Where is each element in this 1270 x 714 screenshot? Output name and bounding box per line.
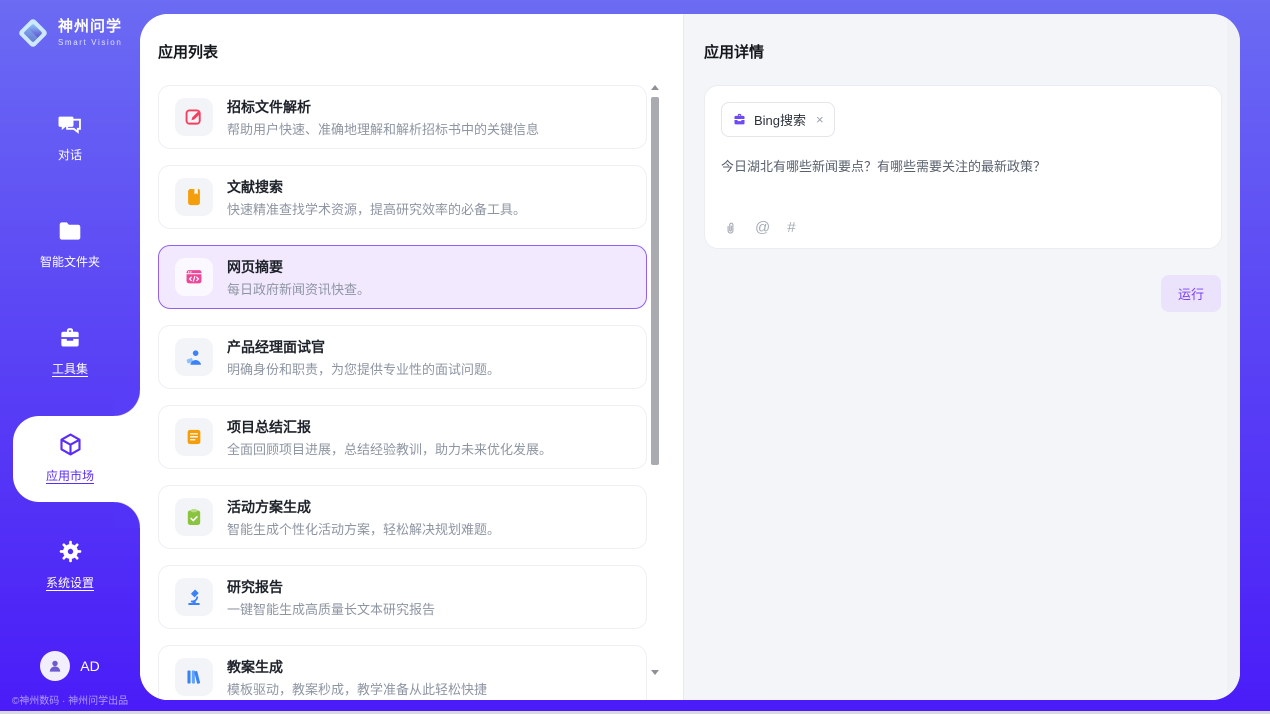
avatar xyxy=(40,651,70,681)
briefcase-icon xyxy=(732,112,747,127)
scroll-up-button[interactable] xyxy=(649,81,661,93)
app-detail-title: 应用详情 xyxy=(704,41,1222,62)
app-icon-tile xyxy=(175,658,213,696)
logo-subtitle: Smart Vision xyxy=(58,38,122,47)
tool-tag-bing-search[interactable]: Bing搜索 × xyxy=(721,102,835,137)
app-list-item-pm-interviewer[interactable]: 产品经理面试官 明确身份和职责，为您提供专业性的面试问题。 xyxy=(158,325,647,389)
microscope-icon xyxy=(184,587,204,607)
app-list-title: 应用列表 xyxy=(158,41,683,62)
app-desc: 明确身份和职责，为您提供专业性的面试问题。 xyxy=(227,363,500,376)
app-list-panel: 应用列表 招标文件解析 帮助用户快速、准确地理解和解析招标书中的关键信息 xyxy=(140,14,683,700)
app-list-item-bid-parsing[interactable]: 招标文件解析 帮助用户快速、准确地理解和解析招标书中的关键信息 xyxy=(158,85,647,149)
sidebar-item-label: 系统设置 xyxy=(46,574,94,591)
triangle-up-icon xyxy=(651,85,659,90)
cube-icon xyxy=(57,431,84,458)
toolbox-icon xyxy=(57,325,83,351)
app-title: 文献搜索 xyxy=(227,180,526,194)
prompt-text[interactable]: 今日湖北有哪些新闻要点？有哪些需要关注的最新政策？ xyxy=(721,156,1205,175)
chat-icon xyxy=(57,111,83,137)
gear-icon xyxy=(57,538,84,565)
app-desc: 帮助用户快速、准确地理解和解析招标书中的关键信息 xyxy=(227,123,539,136)
tag-close-icon[interactable]: × xyxy=(816,112,824,127)
app-desc: 一键智能生成高质量长文本研究报告 xyxy=(227,603,435,616)
diamond-logo-icon xyxy=(15,15,51,51)
book-icon xyxy=(184,187,204,207)
sidebar-item-smart-folder[interactable]: 智能文件夹 xyxy=(0,190,140,297)
scrollbar-thumb[interactable] xyxy=(651,97,659,465)
app-list-item-lesson-plan[interactable]: 教案生成 模板驱动，教案秒成，教学准备从此轻松快捷 xyxy=(158,645,647,700)
app-icon-tile xyxy=(175,98,213,136)
app-list-item-webpage-summary[interactable]: 网页摘要 每日政府新闻资讯快查。 xyxy=(158,245,647,309)
app-title: 研究报告 xyxy=(227,580,435,594)
attachment-toolbar: @ # xyxy=(723,219,796,236)
app-desc: 快速精准查找学术资源，提高研究效率的必备工具。 xyxy=(227,203,526,216)
books-icon xyxy=(184,667,204,687)
app-desc: 智能生成个性化活动方案，轻松解决规划难题。 xyxy=(227,523,500,536)
note-icon xyxy=(184,427,204,447)
hash-tag-icon[interactable]: # xyxy=(787,219,795,236)
copyright-text: ©神州数码 · 神州问学出品 xyxy=(0,692,140,707)
sidebar: 神州问学 Smart Vision 对话 智能文件夹 工具集 xyxy=(0,0,140,714)
sidebar-item-chat[interactable]: 对话 xyxy=(0,83,140,190)
app-title: 项目总结汇报 xyxy=(227,420,552,434)
at-mention-icon[interactable]: @ xyxy=(755,219,770,236)
app-desc: 全面回顾项目进展，总结经验教训，助力未来优化发展。 xyxy=(227,443,552,456)
app-logo: 神州问学 Smart Vision xyxy=(15,15,122,51)
app-icon-tile xyxy=(175,578,213,616)
app-detail-panel: 应用详情 Bing搜索 × 今日湖北有哪些新闻要点？有哪些需要关注的最新政策？ … xyxy=(683,14,1240,700)
app-desc: 模板驱动，教案秒成，教学准备从此轻松快捷 xyxy=(227,683,487,696)
app-desc: 每日政府新闻资讯快查。 xyxy=(227,283,370,296)
scroll-down-button[interactable] xyxy=(649,666,661,678)
app-title: 活动方案生成 xyxy=(227,500,500,514)
sidebar-item-app-market[interactable]: 应用市场 xyxy=(0,404,140,511)
prompt-card[interactable]: Bing搜索 × 今日湖北有哪些新闻要点？有哪些需要关注的最新政策？ @ # xyxy=(704,85,1222,249)
app-icon-tile xyxy=(175,418,213,456)
app-title: 招标文件解析 xyxy=(227,100,539,114)
paperclip-icon[interactable] xyxy=(723,219,738,236)
sidebar-item-label: 工具集 xyxy=(52,360,88,377)
triangle-down-icon xyxy=(651,670,659,675)
app-list-scrollbar[interactable] xyxy=(649,81,661,678)
active-nav-bubble xyxy=(13,416,140,502)
sidebar-item-label: 应用市场 xyxy=(46,467,94,484)
sidebar-item-label: 对话 xyxy=(58,146,82,163)
app-list-item-event-plan[interactable]: 活动方案生成 智能生成个性化活动方案，轻松解决规划难题。 xyxy=(158,485,647,549)
app-title: 教案生成 xyxy=(227,660,487,674)
app-title: 网页摘要 xyxy=(227,260,370,274)
app-icon-tile xyxy=(175,498,213,536)
detail-scrollbar-track xyxy=(1227,14,1240,700)
logo-title: 神州问学 xyxy=(58,19,122,36)
document-edit-icon xyxy=(184,107,204,127)
interviewer-icon xyxy=(184,347,204,367)
tool-tag-label: Bing搜索 xyxy=(754,110,806,129)
app-list-item-research-report[interactable]: 研究报告 一键智能生成高质量长文本研究报告 xyxy=(158,565,647,629)
user-name: AD xyxy=(80,658,99,674)
clipboard-check-icon xyxy=(184,507,204,527)
run-button[interactable]: 运行 xyxy=(1161,275,1221,312)
app-icon-tile xyxy=(175,338,213,376)
app-list-item-project-summary[interactable]: 项目总结汇报 全面回顾项目进展，总结经验教训，助力未来优化发展。 xyxy=(158,405,647,469)
user-account[interactable]: AD xyxy=(0,651,140,681)
main-content-frame: 应用列表 招标文件解析 帮助用户快速、准确地理解和解析招标书中的关键信息 xyxy=(140,14,1240,700)
app-icon-tile xyxy=(175,178,213,216)
app-icon-tile xyxy=(175,258,213,296)
app-list-item-literature-search[interactable]: 文献搜索 快速精准查找学术资源，提高研究效率的必备工具。 xyxy=(158,165,647,229)
app-title: 产品经理面试官 xyxy=(227,340,500,354)
sidebar-item-toolset[interactable]: 工具集 xyxy=(0,297,140,404)
sidebar-item-label: 智能文件夹 xyxy=(40,253,100,270)
app-list: 招标文件解析 帮助用户快速、准确地理解和解析招标书中的关键信息 文献搜索 快速精… xyxy=(158,85,647,700)
webpage-code-icon xyxy=(184,267,204,287)
folder-icon xyxy=(57,218,83,244)
sidebar-nav: 对话 智能文件夹 工具集 应用市场 xyxy=(0,83,140,618)
person-icon xyxy=(46,657,64,675)
run-row: 运行 xyxy=(704,275,1222,312)
